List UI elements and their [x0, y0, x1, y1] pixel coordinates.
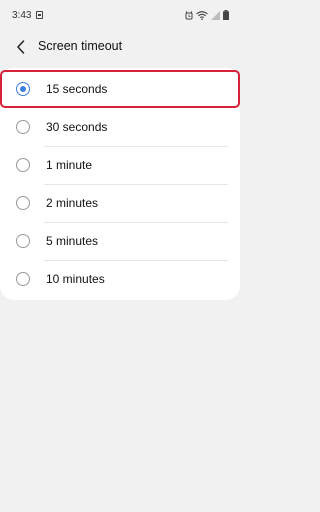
alarm-icon — [185, 10, 193, 19]
notification-icon — [36, 11, 43, 19]
option-1-minute[interactable]: 1 minute — [0, 146, 240, 184]
status-bar: 3:43 — [0, 0, 240, 32]
battery-icon — [223, 10, 229, 20]
option-label: 1 minute — [46, 158, 93, 172]
signal-icon — [211, 10, 220, 20]
option-2-minutes[interactable]: 2 minutes — [0, 184, 240, 222]
status-time: 3:43 — [12, 10, 32, 21]
radio-button-selected[interactable] — [16, 82, 30, 96]
page-title: Screen timeout — [38, 39, 123, 53]
back-button[interactable] — [10, 36, 32, 58]
option-10-minutes[interactable]: 10 minutes — [0, 260, 240, 298]
header: Screen timeout — [0, 32, 240, 62]
option-label: 2 minutes — [46, 196, 99, 210]
option-label: 15 seconds — [46, 82, 108, 96]
option-30-seconds[interactable]: 30 seconds — [0, 108, 240, 146]
radio-button[interactable] — [16, 120, 30, 134]
radio-button[interactable] — [16, 234, 30, 248]
status-icons — [185, 10, 229, 20]
option-label: 30 seconds — [46, 120, 108, 134]
wifi-icon — [196, 10, 208, 20]
option-label: 10 minutes — [46, 272, 105, 286]
option-15-seconds[interactable]: 15 seconds — [0, 70, 240, 108]
option-label: 5 minutes — [46, 234, 99, 248]
timeout-options-card: 15 seconds 30 seconds 1 minute 2 minutes… — [0, 68, 240, 300]
radio-button[interactable] — [16, 272, 30, 286]
option-5-minutes[interactable]: 5 minutes — [0, 222, 240, 260]
radio-button[interactable] — [16, 196, 30, 210]
radio-button[interactable] — [16, 158, 30, 172]
back-arrow-icon — [17, 40, 25, 54]
